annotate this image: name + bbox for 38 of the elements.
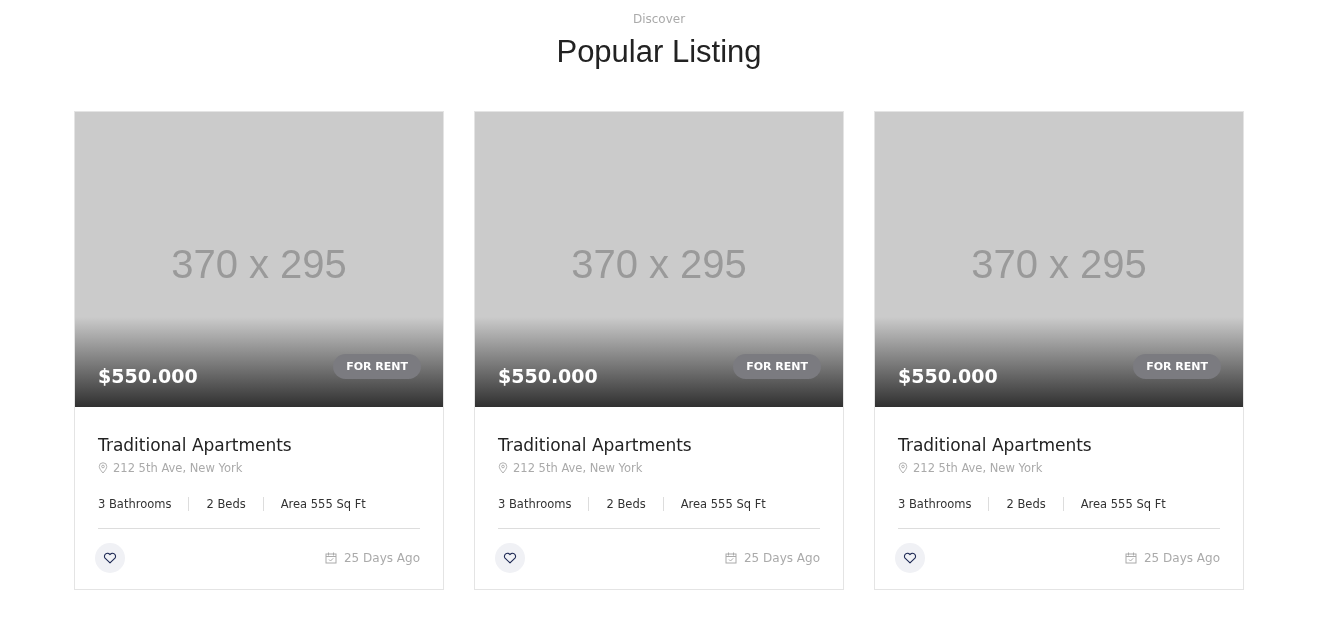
location-pin-icon xyxy=(498,462,508,474)
listing-address: 212 5th Ave, New York xyxy=(513,461,643,475)
listing-price: $550.000 xyxy=(898,365,998,387)
listing-feature: 3 Bathrooms xyxy=(898,497,973,511)
calendar-icon xyxy=(325,552,337,564)
heart-icon xyxy=(103,552,117,564)
listing-title[interactable]: Traditional Apartments xyxy=(898,433,1092,457)
listing-price: $550.000 xyxy=(98,365,198,387)
listing-title[interactable]: Traditional Apartments xyxy=(98,433,292,457)
location-pin-icon xyxy=(898,462,908,474)
listing-price: $550.000 xyxy=(498,365,598,387)
listing-feature: 2 Beds xyxy=(588,497,663,511)
status-tag: FOR RENT xyxy=(1133,354,1221,379)
listing-title[interactable]: Traditional Apartments xyxy=(498,433,692,457)
favorite-button[interactable] xyxy=(95,543,125,573)
listing-feature: Area 555 Sq Ft xyxy=(1062,497,1183,511)
status-tag: FOR RENT xyxy=(733,354,821,379)
listing-feature: 3 Bathrooms xyxy=(98,497,173,511)
heart-icon xyxy=(903,552,917,564)
posted-date: 25 Days Ago xyxy=(344,551,420,565)
listing-feature: Area 555 Sq Ft xyxy=(662,497,783,511)
listing-feature: Area 555 Sq Ft xyxy=(262,497,383,511)
heart-icon xyxy=(503,552,517,564)
status-tag: FOR RENT xyxy=(333,354,421,379)
listing-address: 212 5th Ave, New York xyxy=(913,461,1043,475)
favorite-button[interactable] xyxy=(495,543,525,573)
listing-feature: 2 Beds xyxy=(188,497,263,511)
section-eyebrow: Discover xyxy=(632,11,686,27)
section-title: Popular Listing xyxy=(556,33,762,71)
listing-address: 212 5th Ave, New York xyxy=(113,461,243,475)
posted-date: 25 Days Ago xyxy=(744,551,820,565)
listing-feature: 3 Bathrooms xyxy=(498,497,573,511)
calendar-icon xyxy=(725,552,737,564)
listing-feature: 2 Beds xyxy=(988,497,1063,511)
favorite-button[interactable] xyxy=(895,543,925,573)
posted-date: 25 Days Ago xyxy=(1144,551,1220,565)
calendar-icon xyxy=(1125,552,1137,564)
location-pin-icon xyxy=(98,462,108,474)
